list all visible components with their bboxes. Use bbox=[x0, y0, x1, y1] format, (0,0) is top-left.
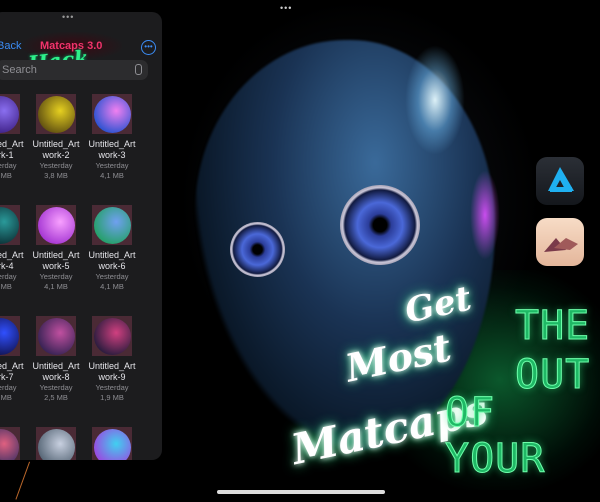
file-date: Yesterday bbox=[39, 161, 73, 170]
file-thumbnail[interactable] bbox=[92, 427, 132, 460]
files-panel: ••• Back Matcaps 3.0 Hack ••• Search Unt… bbox=[0, 12, 162, 460]
file-item[interactable]: Untitled_Art work-7 Yesterday 4,9 MB bbox=[0, 316, 28, 403]
file-size: 2,5 MB bbox=[44, 393, 68, 402]
file-date: Yesterday bbox=[39, 272, 73, 281]
file-thumbnail[interactable] bbox=[92, 316, 132, 356]
microphone-icon[interactable] bbox=[135, 64, 142, 75]
file-item[interactable]: Untitled_Art work-2 Yesterday 3,8 MB bbox=[28, 94, 84, 181]
file-item[interactable]: Untitled_Art work-12 Yesterday 3,1 MB bbox=[84, 427, 140, 460]
file-size: 4,5 MB bbox=[0, 171, 12, 180]
file-thumbnail[interactable] bbox=[92, 205, 132, 245]
skull-eye-left bbox=[230, 222, 285, 277]
file-name: Untitled_Art work-4 bbox=[0, 250, 24, 271]
matcap-sphere bbox=[0, 206, 19, 244]
file-item[interactable]: Untitled_Art work-4 Yesterday 4,1 MB bbox=[0, 205, 28, 292]
search-input[interactable]: Search bbox=[0, 60, 148, 80]
file-size: 4,1 MB bbox=[100, 171, 124, 180]
skull-eye-right bbox=[340, 185, 420, 265]
file-name: Untitled_Art work-3 bbox=[88, 139, 136, 160]
file-name: Untitled_Art work-7 bbox=[0, 361, 24, 382]
matcap-sphere bbox=[0, 317, 19, 355]
file-thumbnail[interactable] bbox=[0, 427, 20, 460]
matcap-sphere bbox=[37, 206, 75, 244]
file-thumbnail[interactable] bbox=[92, 94, 132, 134]
matcap-sphere bbox=[93, 95, 131, 133]
file-thumbnail[interactable] bbox=[36, 205, 76, 245]
file-thumbnail[interactable] bbox=[0, 205, 20, 245]
pink-reflection bbox=[470, 170, 500, 260]
matcap-sphere bbox=[93, 428, 131, 460]
matcap-sphere bbox=[93, 206, 131, 244]
skull-highlight bbox=[405, 45, 465, 155]
matcap-sphere bbox=[93, 317, 131, 355]
file-size: 3,8 MB bbox=[44, 171, 68, 180]
matcap-sphere bbox=[37, 428, 75, 460]
file-name: Untitled_Art work-9 bbox=[88, 361, 136, 382]
file-date: Yesterday bbox=[0, 272, 17, 281]
matcap-sphere bbox=[37, 95, 75, 133]
file-date: Yesterday bbox=[0, 161, 17, 170]
file-size: 4,1 MB bbox=[0, 282, 12, 291]
matcap-sphere bbox=[0, 95, 19, 133]
file-size: 1,9 MB bbox=[100, 393, 124, 402]
panel-multitasking-dots[interactable]: ••• bbox=[62, 12, 74, 22]
file-item[interactable]: Untitled_Art work-9 Yesterday 1,9 MB bbox=[84, 316, 140, 403]
file-thumbnail[interactable] bbox=[36, 94, 76, 134]
file-size: 4,1 MB bbox=[100, 282, 124, 291]
affinity-designer-app-icon bbox=[536, 157, 584, 205]
file-thumbnail[interactable] bbox=[0, 316, 20, 356]
file-name: Untitled_Art work-8 bbox=[32, 361, 80, 382]
file-size: 4,1 MB bbox=[44, 282, 68, 291]
matcap-sphere bbox=[0, 428, 19, 460]
search-placeholder: Search bbox=[2, 64, 37, 76]
file-date: Yesterday bbox=[0, 383, 17, 392]
file-date: Yesterday bbox=[95, 161, 129, 170]
file-item[interactable]: Untitled_Art work-3 Yesterday 4,1 MB bbox=[84, 94, 140, 181]
file-thumbnail[interactable] bbox=[36, 427, 76, 460]
file-item[interactable]: Untitled_Art work-6 Yesterday 4,1 MB bbox=[84, 205, 140, 292]
file-thumbnail[interactable] bbox=[0, 94, 20, 134]
file-size: 4,9 MB bbox=[0, 393, 12, 402]
file-date: Yesterday bbox=[95, 272, 129, 281]
file-name: Untitled_Art work-2 bbox=[32, 139, 80, 160]
file-date: Yesterday bbox=[95, 383, 129, 392]
file-item[interactable]: Untitled_Art work-11 Yesterday 2,9 MB bbox=[28, 427, 84, 460]
file-item[interactable]: Untitled_Art work-8 Yesterday 2,5 MB bbox=[28, 316, 84, 403]
affinity-photo-app-icon bbox=[536, 218, 584, 266]
neon-the: THE bbox=[514, 303, 591, 350]
file-item[interactable]: Untitled_Art work-10 Yesterday 2,4 MB bbox=[0, 427, 28, 460]
file-item[interactable]: Untitled_Art work-5 Yesterday 4,1 MB bbox=[28, 205, 84, 292]
file-grid: Untitled_Art work-1 Yesterday 4,5 MB Unt… bbox=[0, 94, 152, 460]
file-date: Yesterday bbox=[39, 383, 73, 392]
file-name: Untitled_Art work-6 bbox=[88, 250, 136, 271]
home-indicator[interactable] bbox=[217, 490, 385, 494]
file-name: Untitled_Art work-1 bbox=[0, 139, 24, 160]
file-item[interactable]: Untitled_Art work-1 Yesterday 4,5 MB bbox=[0, 94, 28, 181]
more-options-button[interactable]: ••• bbox=[141, 40, 156, 55]
neon-of-your: OF YOUR bbox=[445, 390, 546, 483]
file-thumbnail[interactable] bbox=[36, 316, 76, 356]
multitasking-dots[interactable]: ••• bbox=[280, 3, 292, 13]
file-name: Untitled_Art work-5 bbox=[32, 250, 80, 271]
back-button[interactable]: Back bbox=[0, 40, 21, 52]
matcap-sphere bbox=[37, 317, 75, 355]
